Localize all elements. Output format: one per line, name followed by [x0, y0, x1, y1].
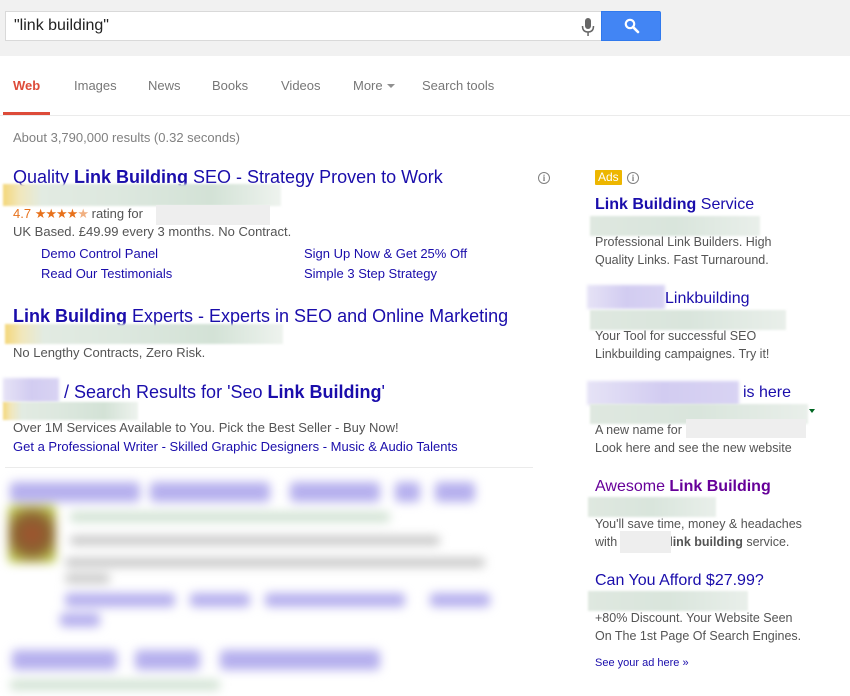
side-ad-3-title[interactable]: is here: [743, 384, 791, 402]
ad-3-links[interactable]: Get a Professional Writer - Skilled Grap…: [13, 439, 458, 454]
magnifier-icon: [624, 18, 640, 34]
blurred-organic-results: [0, 470, 540, 696]
ads-info-icon[interactable]: i: [627, 172, 639, 184]
ad-1-rating: 4.7 ★★★★★ rating for: [13, 206, 143, 222]
side-ad-2-line-2: Linkbuilding campaignes. Try it!: [595, 347, 770, 361]
rating-stars-icon: ★★★★★: [34, 206, 89, 221]
side-ad-4-brand-redacted: [620, 531, 671, 553]
ad-3-url-redacted: [3, 402, 138, 420]
side-ad-5-line-1: +80% Discount. Your Website Seen: [595, 611, 793, 625]
tab-web[interactable]: Web: [13, 78, 40, 93]
side-ad-3-name-redacted: [686, 419, 806, 438]
dropdown-triangle-icon[interactable]: [809, 409, 815, 413]
ad-3-title-redacted: [3, 378, 59, 402]
search-header: [0, 0, 850, 56]
side-ad-1-title[interactable]: Link Building Service: [595, 196, 754, 214]
ad-3-description: Over 1M Services Available to You. Pick …: [13, 420, 399, 435]
microphone-icon[interactable]: [580, 17, 596, 37]
side-ad-4-line-2-post: service.: [742, 535, 790, 549]
sitelink-read-testimonials[interactable]: Read Our Testimonials: [41, 266, 172, 281]
ad-2-title-bold: Link Building: [13, 306, 127, 326]
ad-3-title-post: ': [381, 382, 385, 402]
caret-down-icon: [386, 83, 395, 88]
tab-search-tools[interactable]: Search tools: [422, 78, 494, 93]
rating-label: rating for: [91, 206, 143, 221]
sitelink-sign-up[interactable]: Sign Up Now & Get 25% Off: [304, 246, 467, 261]
side-ad-5-line-2: On The 1st Page Of Search Engines.: [595, 629, 802, 643]
side-ad-2-line-1: Your Tool for successful SEO: [595, 329, 757, 343]
tab-books[interactable]: Books: [212, 78, 248, 93]
see-your-ad-link[interactable]: See your ad here »: [595, 657, 689, 669]
side-ad-3-line-2: Look here and see the new website: [595, 441, 792, 455]
side-ad-1-title-bold: Link Building: [595, 196, 697, 213]
side-ad-3-line-1: A new name for: [595, 423, 682, 437]
ad-1-rating-site-redacted: [156, 205, 270, 225]
rating-value: 4.7: [13, 206, 32, 221]
search-tabs: Web Images News Books Videos More Search…: [0, 56, 850, 116]
ad-2-description: No Lengthy Contracts, Zero Risk.: [13, 345, 206, 360]
side-ad-4-line-2-pre: with: [595, 535, 618, 549]
ad-2-title-post: Experts - Experts in SEO and Online Mark…: [127, 306, 509, 326]
side-ad-2-title-redacted: [587, 285, 665, 309]
tab-news[interactable]: News: [148, 78, 181, 93]
sitelink-simple-strategy[interactable]: Simple 3 Step Strategy: [304, 266, 437, 281]
ad-3-title-pre: / Search Results for 'Seo: [64, 382, 268, 402]
side-ad-1-line-1: Professional Link Builders. High: [595, 235, 772, 249]
ads-badge: Ads: [595, 170, 622, 185]
tab-more-label: More: [353, 78, 383, 93]
side-ad-4-url-redacted: [588, 497, 716, 517]
side-ad-2-title[interactable]: Linkbuilding: [665, 290, 750, 308]
ad-1-description: UK Based. £49.99 every 3 months. No Cont…: [13, 224, 292, 239]
search-box[interactable]: [5, 11, 602, 41]
sitelink-demo-control-panel[interactable]: Demo Control Panel: [41, 246, 158, 261]
side-ad-4-title-bold: Link Building: [669, 478, 771, 495]
side-ad-3-title-redacted: [587, 381, 739, 405]
tab-videos[interactable]: Videos: [281, 78, 321, 93]
side-ad-4-title[interactable]: Awesome Link Building: [595, 478, 771, 496]
side-ad-1-line-2: Quality Links. Fast Turnaround.: [595, 253, 769, 267]
side-ad-4-line-2-bold: link building: [669, 535, 743, 549]
ad-2-url-redacted: [5, 324, 283, 344]
ads-divider: [5, 467, 533, 468]
side-ad-5-url-redacted: [588, 591, 748, 611]
info-icon[interactable]: i: [538, 172, 550, 184]
tab-images[interactable]: Images: [74, 78, 117, 93]
tab-more[interactable]: More: [353, 78, 395, 93]
ad-3-title[interactable]: / Search Results for 'Seo Link Building': [64, 382, 385, 403]
ad-3-title-bold: Link Building: [267, 382, 382, 402]
side-ad-1-title-post: Service: [696, 196, 755, 213]
result-stats: About 3,790,000 results (0.32 seconds): [13, 130, 240, 145]
side-ad-5-title[interactable]: Can You Afford $27.99?: [595, 572, 764, 590]
active-tab-indicator: [3, 112, 50, 115]
search-input[interactable]: [14, 12, 574, 40]
search-button[interactable]: [601, 11, 661, 41]
side-ad-4-title-pre: Awesome: [595, 478, 670, 495]
ad-1-url-redacted: [3, 184, 281, 206]
